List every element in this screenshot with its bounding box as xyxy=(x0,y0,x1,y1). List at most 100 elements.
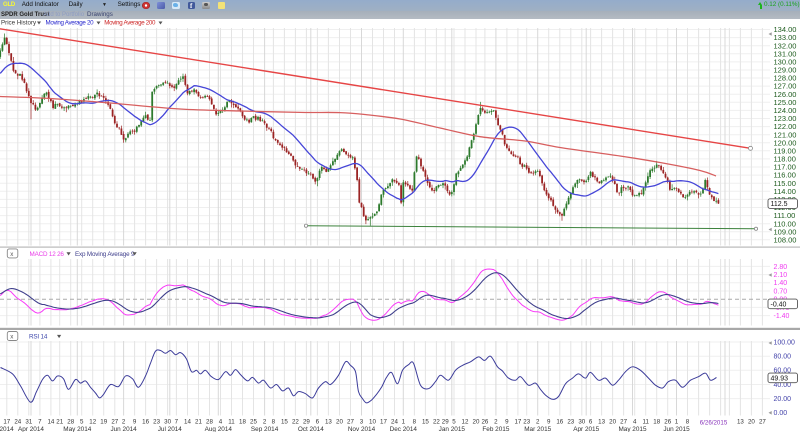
svg-text:129.00: 129.00 xyxy=(774,66,797,75)
svg-text:132.00: 132.00 xyxy=(774,41,797,50)
svg-text:Moving Average 200: Moving Average 200 xyxy=(104,20,156,27)
svg-text:112.5: 112.5 xyxy=(771,201,788,208)
svg-text:22: 22 xyxy=(292,419,299,426)
svg-text:117.00: 117.00 xyxy=(774,163,796,172)
svg-text:17: 17 xyxy=(3,419,10,426)
svg-text:0.00: 0.00 xyxy=(774,410,788,417)
svg-text:131.00: 131.00 xyxy=(774,49,797,58)
svg-text:Nov 2014: Nov 2014 xyxy=(348,426,376,432)
svg-text:2: 2 xyxy=(263,419,267,426)
svg-text:23: 23 xyxy=(523,419,530,426)
svg-text:115.00: 115.00 xyxy=(774,179,796,188)
svg-text:30: 30 xyxy=(164,419,171,426)
svg-text:17: 17 xyxy=(380,419,387,426)
svg-text:30: 30 xyxy=(578,419,585,426)
svg-text:6/26/2015: 6/26/2015 xyxy=(700,420,728,427)
svg-text:23: 23 xyxy=(567,419,574,426)
svg-text:127.00: 127.00 xyxy=(774,82,797,91)
svg-text:100.00: 100.00 xyxy=(774,339,796,346)
svg-text:2.10: 2.10 xyxy=(774,272,788,279)
svg-text:20: 20 xyxy=(609,419,616,426)
svg-text:25: 25 xyxy=(250,419,257,426)
svg-text:Dec 2014: Dec 2014 xyxy=(390,426,418,432)
svg-text:114.00: 114.00 xyxy=(774,187,796,196)
svg-text:26: 26 xyxy=(664,419,671,426)
svg-text:134.00: 134.00 xyxy=(774,25,797,34)
svg-text:9: 9 xyxy=(547,419,551,426)
svg-text:-1.40: -1.40 xyxy=(774,313,790,320)
svg-text:Jun 2015: Jun 2015 xyxy=(663,426,690,432)
svg-text:24: 24 xyxy=(14,419,21,426)
svg-text:-0.40: -0.40 xyxy=(771,301,787,308)
svg-text:118.00: 118.00 xyxy=(774,155,796,164)
svg-text:16: 16 xyxy=(142,419,149,426)
svg-text:29: 29 xyxy=(303,419,310,426)
svg-text:Price History: Price History xyxy=(1,20,37,27)
svg-text:124.00: 124.00 xyxy=(774,106,797,115)
svg-text:Jan 2015: Jan 2015 xyxy=(439,426,466,432)
svg-text:5: 5 xyxy=(452,419,456,426)
svg-text:121.00: 121.00 xyxy=(774,130,797,139)
svg-text:110.00: 110.00 xyxy=(774,219,796,228)
svg-text:8: 8 xyxy=(686,419,690,426)
svg-text:19: 19 xyxy=(100,419,107,426)
svg-text:18: 18 xyxy=(653,419,660,426)
svg-text:16: 16 xyxy=(556,419,563,426)
svg-text:125.00: 125.00 xyxy=(774,98,797,107)
svg-text:23: 23 xyxy=(153,419,160,426)
svg-text:Feb 2015: Feb 2015 xyxy=(482,426,509,432)
svg-text:Jun 2014: Jun 2014 xyxy=(110,426,137,432)
svg-text:116.00: 116.00 xyxy=(774,171,796,180)
svg-text:18: 18 xyxy=(239,419,246,426)
svg-text:6: 6 xyxy=(316,419,320,426)
svg-text:7: 7 xyxy=(38,419,42,426)
svg-text:Jul 2014: Jul 2014 xyxy=(158,426,183,432)
svg-text:2: 2 xyxy=(494,419,498,426)
svg-text:1.40: 1.40 xyxy=(774,280,788,287)
svg-text:13: 13 xyxy=(598,419,605,426)
svg-text:8: 8 xyxy=(272,419,276,426)
svg-text:Sep 2014: Sep 2014 xyxy=(251,426,279,432)
svg-text:Apr 2014: Apr 2014 xyxy=(18,426,44,432)
svg-text:28: 28 xyxy=(206,419,213,426)
svg-text:2.80: 2.80 xyxy=(774,264,788,271)
svg-text:14: 14 xyxy=(184,419,191,426)
svg-text:Mar 2014: Mar 2014 xyxy=(0,426,14,432)
svg-text:13: 13 xyxy=(325,419,332,426)
svg-text:Apr 2015: Apr 2015 xyxy=(573,426,599,432)
svg-text:20.00: 20.00 xyxy=(774,396,792,403)
svg-text:130.00: 130.00 xyxy=(774,58,797,67)
svg-text:108.00: 108.00 xyxy=(774,235,797,244)
svg-text:7: 7 xyxy=(175,419,179,426)
svg-text:Oct 2014: Oct 2014 xyxy=(298,426,324,432)
svg-text:May 2014: May 2014 xyxy=(63,426,92,432)
svg-text:9: 9 xyxy=(133,419,137,426)
svg-text:5: 5 xyxy=(80,419,84,426)
svg-text:2: 2 xyxy=(122,419,126,426)
svg-text:10: 10 xyxy=(369,419,376,426)
svg-text:123.00: 123.00 xyxy=(774,114,797,123)
svg-text:Aug 2014: Aug 2014 xyxy=(205,426,233,432)
svg-text:15: 15 xyxy=(281,419,288,426)
svg-text:9: 9 xyxy=(505,419,509,426)
svg-text:12: 12 xyxy=(462,419,469,426)
svg-text:15: 15 xyxy=(422,419,429,426)
svg-text:109.00: 109.00 xyxy=(774,227,797,236)
svg-text:27: 27 xyxy=(347,419,354,426)
svg-text:Exp Moving Average 9: Exp Moving Average 9 xyxy=(75,251,135,258)
svg-text:17: 17 xyxy=(514,419,521,426)
svg-text:May 2015: May 2015 xyxy=(618,426,647,432)
svg-text:122.00: 122.00 xyxy=(774,122,797,131)
svg-text:119.00: 119.00 xyxy=(774,146,796,155)
svg-text:12: 12 xyxy=(89,419,96,426)
svg-text:128.00: 128.00 xyxy=(774,74,797,83)
svg-text:1: 1 xyxy=(675,419,679,426)
svg-text:MACD 12 26: MACD 12 26 xyxy=(30,251,65,258)
svg-text:Moving Average 20: Moving Average 20 xyxy=(46,20,95,27)
svg-text:1: 1 xyxy=(402,419,406,426)
svg-text:31: 31 xyxy=(25,419,32,426)
svg-text:3: 3 xyxy=(360,419,364,426)
svg-text:27: 27 xyxy=(111,419,118,426)
svg-text:80.00: 80.00 xyxy=(774,354,792,361)
svg-text:11: 11 xyxy=(228,419,235,426)
